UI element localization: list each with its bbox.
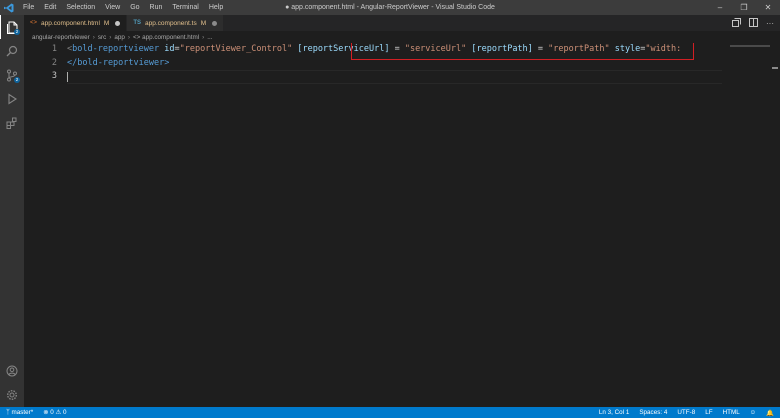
status-bar-left: ᛉ master* ⊗ 0 ⚠ 0 xyxy=(0,409,66,416)
attribute-name: id xyxy=(164,44,175,54)
feedback-icon[interactable]: ☺ xyxy=(750,409,756,416)
notifications-bell-icon[interactable]: 🔔 xyxy=(766,409,774,417)
explorer-badge: 2 xyxy=(14,29,20,35)
menu-bar: File Edit Selection View Go Run Terminal… xyxy=(18,0,228,15)
search-icon[interactable] xyxy=(0,39,24,63)
source-control-icon[interactable]: 2 xyxy=(0,63,24,87)
editor-tab-bar: <> app.component.html M TS app.component… xyxy=(24,15,780,31)
unsaved-dot-icon[interactable] xyxy=(115,20,121,26)
breadcrumb-item[interactable]: src xyxy=(98,34,106,41)
error-count: 0 xyxy=(50,409,54,416)
title-bar: File Edit Selection View Go Run Terminal… xyxy=(0,0,780,15)
activity-bar: 2 2 xyxy=(0,15,24,407)
menu-terminal[interactable]: Terminal xyxy=(167,0,203,15)
chevron-right-icon: › xyxy=(127,33,130,41)
chevron-right-icon: › xyxy=(202,33,205,41)
highlight-annotation-box xyxy=(351,43,694,60)
closing-tag: </bold-reportviewer> xyxy=(67,57,170,68)
end-of-line[interactable]: LF xyxy=(705,409,712,416)
run-debug-icon[interactable] xyxy=(0,87,24,111)
explorer-icon[interactable]: 2 xyxy=(0,15,24,39)
indentation[interactable]: Spaces: 4 xyxy=(639,409,667,416)
warning-icon: ⚠ xyxy=(55,409,62,416)
menu-file[interactable]: File xyxy=(18,0,39,15)
tab-actions: ··· xyxy=(732,15,774,31)
vscode-logo-icon xyxy=(0,0,18,15)
tab-label: app.component.html xyxy=(41,19,100,27)
window-controls: – ❐ ✕ xyxy=(708,0,780,15)
breadcrumb-item[interactable]: app xyxy=(114,34,125,41)
line-number: 2 xyxy=(51,57,57,68)
extensions-icon[interactable] xyxy=(0,111,24,135)
text-cursor xyxy=(67,71,68,82)
more-actions-icon[interactable]: ··· xyxy=(766,19,774,28)
code-editor[interactable]: 1 2 3 <bold-reportviewer id="reportViewe… xyxy=(24,43,780,407)
language-mode[interactable]: HTML xyxy=(723,409,740,416)
chevron-right-icon: › xyxy=(109,33,112,41)
git-branch[interactable]: ᛉ master* xyxy=(6,409,33,416)
breadcrumb: angular-reportviewer › src › app › <> ap… xyxy=(24,31,780,43)
html-file-icon: <> xyxy=(30,20,38,26)
error-icon: ⊗ xyxy=(43,409,49,416)
line-number: 3 xyxy=(51,71,57,81)
chevron-right-icon: › xyxy=(92,33,95,41)
menu-view[interactable]: View xyxy=(100,0,125,15)
code-area[interactable]: <bold-reportviewer id="reportViewer_Cont… xyxy=(67,43,722,84)
tab-modified-status: M xyxy=(200,19,207,27)
problems-indicator[interactable]: ⊗ 0 ⚠ 0 xyxy=(43,409,66,416)
tab-label: app.component.ts xyxy=(145,19,197,27)
open-changes-icon[interactable] xyxy=(732,17,741,29)
tab-app-component-html[interactable]: <> app.component.html M xyxy=(24,15,128,31)
menu-help[interactable]: Help xyxy=(204,0,228,15)
encoding[interactable]: UTF-8 xyxy=(677,409,695,416)
line-number-gutter: 1 2 3 xyxy=(24,43,62,84)
scm-badge: 2 xyxy=(14,77,20,83)
split-editor-icon[interactable] xyxy=(749,17,758,29)
menu-run[interactable]: Run xyxy=(145,0,168,15)
menu-edit[interactable]: Edit xyxy=(39,0,61,15)
status-bar: ᛉ master* ⊗ 0 ⚠ 0 Ln 3, Col 1 Spaces: 4 … xyxy=(0,407,780,418)
code-line-current[interactable] xyxy=(67,70,722,84)
branch-name: master* xyxy=(11,409,34,416)
scrollbar-marker xyxy=(772,67,778,69)
cursor-position[interactable]: Ln 3, Col 1 xyxy=(599,409,629,416)
unsaved-dot-icon[interactable] xyxy=(212,20,218,26)
breadcrumb-item[interactable]: angular-reportviewer xyxy=(32,34,90,41)
warning-count: 0 xyxy=(62,409,67,416)
minimize-icon[interactable]: – xyxy=(708,0,732,15)
breadcrumb-item[interactable]: <> app.component.html xyxy=(133,34,199,41)
status-bar-right: Ln 3, Col 1 Spaces: 4 UTF-8 LF HTML ☺ 🔔 xyxy=(599,407,774,418)
close-icon[interactable]: ✕ xyxy=(756,0,780,15)
accounts-icon[interactable] xyxy=(0,359,24,383)
ts-file-icon: TS xyxy=(133,20,142,26)
minimap-line xyxy=(730,45,770,47)
restore-icon[interactable]: ❐ xyxy=(732,0,756,15)
line-number: 1 xyxy=(51,44,57,54)
tab-modified-status: M xyxy=(103,19,110,27)
tab-app-component-ts[interactable]: TS app.component.ts M xyxy=(127,15,225,31)
tag-name: bold-reportviewer xyxy=(72,44,160,54)
menu-selection[interactable]: Selection xyxy=(61,0,100,15)
settings-gear-icon[interactable] xyxy=(0,383,24,407)
breadcrumb-item[interactable]: ... xyxy=(207,34,212,41)
menu-go[interactable]: Go xyxy=(125,0,144,15)
branch-icon: ᛉ xyxy=(6,409,10,416)
attribute-value: "reportViewer_Control" xyxy=(179,44,293,54)
vertical-scrollbar[interactable] xyxy=(770,43,780,407)
